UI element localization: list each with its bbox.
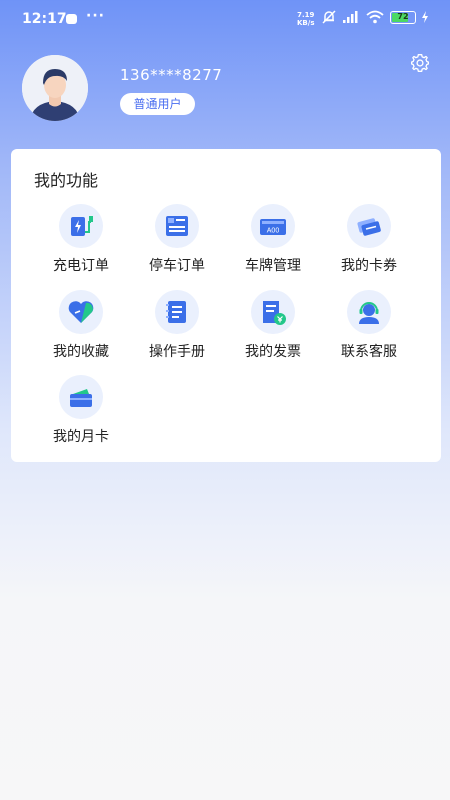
- menu-item-label: 车牌管理: [245, 258, 301, 274]
- signal-icon: [343, 11, 358, 23]
- menu-item-label: 我的卡券: [341, 258, 397, 274]
- user-type-badge: 普通用户: [120, 93, 195, 115]
- favorite-icon: [68, 301, 94, 323]
- license-plate-icon: A00: [260, 219, 286, 235]
- network-speed: 7.19 KB/s: [297, 11, 314, 27]
- menu-item-charging-order[interactable]: 充电订单: [33, 204, 129, 275]
- network-speed-unit: KB/s: [297, 19, 315, 27]
- menu-item-label: 停车订单: [149, 258, 205, 274]
- invoice-icon: [263, 301, 286, 325]
- wifi-icon: [366, 10, 384, 24]
- phone-number: 136****8277: [120, 66, 223, 84]
- charging-bolt-icon: [422, 11, 428, 23]
- status-bar: 12:17 ··· 7.19 KB/s 72: [0, 0, 450, 40]
- manual-icon: [166, 301, 186, 323]
- menu-item-customer-service[interactable]: 联系客服: [321, 290, 417, 361]
- menu-item-label: 我的发票: [245, 344, 301, 360]
- menu-item-label: 我的收藏: [53, 344, 109, 360]
- menu-item-label: 我的月卡: [53, 429, 109, 445]
- customer-service-icon: [359, 302, 379, 324]
- message-icon: [66, 14, 77, 24]
- coupon-icon: [357, 218, 381, 236]
- menu-item-parking-order[interactable]: 停车订单: [129, 204, 225, 275]
- menu-item-license-plate[interactable]: A00 车牌管理: [225, 204, 321, 275]
- my-functions-card: 我的功能 充电订单 停车订单 A00 车牌管理 我的卡券 我的收藏 操作手册 我…: [11, 149, 441, 462]
- avatar[interactable]: [22, 55, 88, 121]
- charging-order-icon: [71, 216, 93, 236]
- network-speed-value: 7.19: [297, 11, 315, 19]
- card-title: 我的功能: [34, 171, 99, 190]
- status-time: 12:17: [22, 11, 67, 27]
- menu-item-label: 联系客服: [341, 344, 397, 360]
- menu-item-coupon[interactable]: 我的卡券: [321, 204, 417, 275]
- more-notifications-icon: ···: [86, 8, 105, 24]
- menu-item-monthly-card[interactable]: 我的月卡: [33, 375, 129, 446]
- menu-item-label: 充电订单: [53, 258, 109, 274]
- monthly-card-icon: [70, 389, 92, 407]
- user-avatar-icon: [22, 55, 88, 121]
- plate-icon-text: A00: [267, 228, 280, 235]
- menu-item-label: 操作手册: [149, 344, 205, 360]
- parking-order-icon: [166, 216, 188, 236]
- battery-level: 72: [397, 11, 409, 21]
- settings-gear-icon[interactable]: [410, 53, 430, 73]
- menu-item-favorites[interactable]: 我的收藏: [33, 290, 129, 361]
- menu-item-manual[interactable]: 操作手册: [129, 290, 225, 361]
- battery-icon: 72: [390, 10, 416, 24]
- mute-bell-icon: [322, 10, 336, 24]
- menu-item-invoice[interactable]: 我的发票: [225, 290, 321, 361]
